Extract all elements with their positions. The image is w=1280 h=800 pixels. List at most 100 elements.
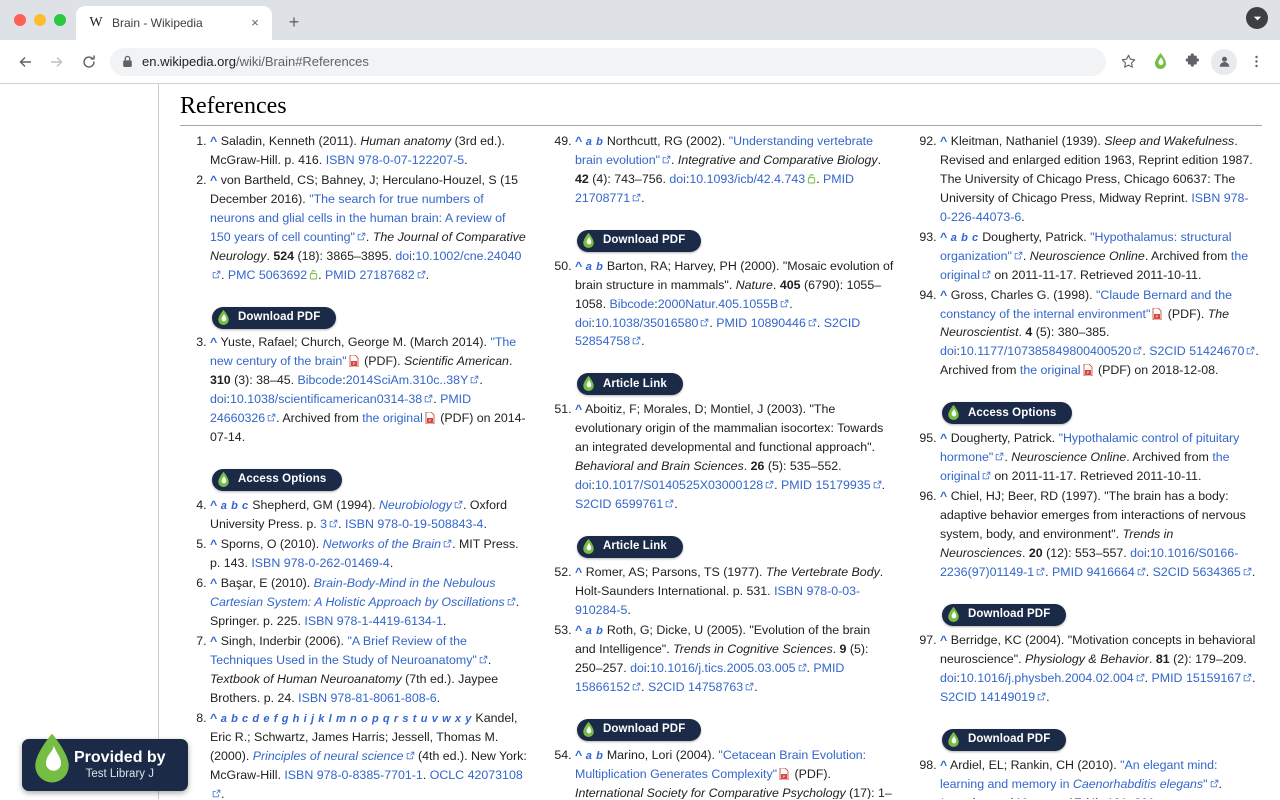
reference-link[interactable]: OCLC [430, 768, 464, 782]
forward-icon[interactable] [42, 47, 72, 77]
reference-link[interactable]: 14758763 [688, 680, 754, 694]
back-to-citation-caret[interactable]: ^ [940, 134, 947, 148]
libkey-article-link-button[interactable]: Article Link [577, 536, 683, 558]
libkey-drop-icon[interactable] [1146, 48, 1174, 76]
reference-link[interactable]: ISBN [304, 614, 333, 628]
reference-link[interactable]: Principles of neural science [253, 749, 415, 763]
close-window-button[interactable] [14, 14, 26, 26]
reference-link[interactable]: 10.1017/S0140525X03000128 [595, 478, 774, 492]
reference-link[interactable]: doi [1130, 546, 1147, 560]
reference-link[interactable]: 2014SciAm.310c..38Y [346, 373, 480, 387]
reference-link[interactable]: PMC [228, 268, 256, 282]
reference-link[interactable]: 2000Natur.405.1055B [658, 297, 790, 311]
reference-link[interactable]: Brain-Body-Mind in the Nebulous Cartesia… [210, 576, 516, 609]
back-to-citation-caret[interactable]: ^ [940, 489, 947, 503]
reference-link[interactable]: doi [940, 671, 957, 685]
reference-link[interactable]: 5634365 [1193, 565, 1252, 579]
close-icon[interactable]: × [246, 14, 264, 32]
back-to-citation-caret[interactable]: ^ [575, 565, 582, 579]
reference-link[interactable]: Bibcode [298, 373, 343, 387]
reference-link[interactable]: 10.1016/j.physbeh.2004.02.004 [960, 671, 1145, 685]
reference-link[interactable]: doi [575, 316, 592, 330]
libkey-download-pdf-button[interactable]: Download PDF [942, 729, 1066, 751]
maximize-window-button[interactable] [54, 14, 66, 26]
provided-by-badge[interactable]: Provided by Test Library J [22, 739, 188, 791]
reference-link[interactable]: 15179935 [815, 478, 881, 492]
reference-link[interactable]: the original [1020, 363, 1081, 377]
reference-link[interactable]: 9416664 [1086, 565, 1145, 579]
back-to-citation-caret[interactable]: ^ [575, 748, 582, 762]
back-to-citation-caret[interactable]: ^ [210, 173, 217, 187]
reference-link[interactable]: PMID [1052, 565, 1083, 579]
back-to-citation-caret[interactable]: ^ [210, 498, 217, 512]
reference-link[interactable]: ISBN [1191, 191, 1220, 205]
reference-link[interactable]: S2CID [824, 316, 861, 330]
reference-link[interactable]: S2CID [648, 680, 685, 694]
chrome-menu-kebab-icon[interactable] [1242, 48, 1270, 76]
browser-tab[interactable]: W Brain - Wikipedia × [76, 6, 272, 40]
reference-link[interactable]: 978-0-03-910284-5 [575, 584, 860, 617]
reference-link[interactable]: 978-0-07-122207-5 [358, 153, 464, 167]
reference-link[interactable]: S2CID [940, 690, 977, 704]
back-to-citation-letters[interactable]: a b [586, 136, 604, 148]
libkey-access-options-button[interactable]: Access Options [942, 402, 1072, 424]
reference-link[interactable]: 978-0-19-508843-4 [377, 517, 483, 531]
back-to-citation-caret[interactable]: ^ [575, 134, 582, 148]
reference-link[interactable]: Bibcode [609, 297, 654, 311]
reference-link[interactable]: 10.1038/35016580 [595, 316, 709, 330]
reference-link[interactable]: ISBN [345, 517, 374, 531]
reference-link[interactable]: doi [630, 661, 647, 675]
reference-link[interactable]: 21708771 [575, 191, 641, 205]
reference-link[interactable]: the original [362, 411, 423, 425]
reference-link[interactable]: 10890446 [751, 316, 817, 330]
reference-link[interactable]: doi [395, 249, 412, 263]
back-to-citation-letters[interactable]: a b [586, 261, 604, 273]
back-to-citation-caret[interactable]: ^ [210, 711, 217, 725]
reference-link[interactable]: doi [575, 478, 592, 492]
reference-link[interactable]: 978-81-8061-808-6 [331, 691, 437, 705]
reference-link[interactable]: 3 [320, 517, 338, 531]
back-to-citation-letters[interactable]: a b c d e f g h i j k l m n o p q r s t … [221, 713, 472, 725]
reference-link[interactable]: ISBN [326, 153, 355, 167]
reference-link[interactable]: PMID [325, 268, 356, 282]
back-to-citation-caret[interactable]: ^ [940, 288, 947, 302]
back-to-citation-caret[interactable]: ^ [575, 402, 582, 416]
reference-link[interactable]: PMID [823, 172, 854, 186]
new-tab-button[interactable]: + [280, 9, 308, 37]
address-bar[interactable]: en.wikipedia.org/wiki/Brain#References [110, 48, 1106, 76]
back-to-citation-caret[interactable]: ^ [940, 758, 947, 772]
reference-link[interactable]: 27187682 [359, 268, 425, 282]
libkey-download-pdf-button[interactable]: Download PDF [942, 604, 1066, 626]
back-to-citation-caret[interactable]: ^ [210, 576, 217, 590]
reference-link[interactable]: doi [940, 344, 957, 358]
reference-link[interactable]: 978-0-262-01469-4 [284, 556, 390, 570]
back-to-citation-letters[interactable]: a b [586, 750, 604, 762]
reference-link[interactable]: 24660326 [210, 411, 276, 425]
reference-link[interactable]: PMID [813, 661, 844, 675]
back-to-citation-caret[interactable]: ^ [575, 623, 582, 637]
reference-link[interactable]: S2CID [1153, 565, 1190, 579]
libkey-article-link-button[interactable]: Article Link [577, 373, 683, 395]
reference-link[interactable]: PMID [1152, 671, 1183, 685]
back-to-citation-caret[interactable]: ^ [210, 537, 217, 551]
reference-link[interactable]: 14149019 [980, 690, 1046, 704]
minimize-window-button[interactable] [34, 14, 46, 26]
reference-link[interactable]: 6599761 [615, 497, 674, 511]
extensions-puzzle-icon[interactable] [1178, 48, 1206, 76]
back-icon[interactable] [10, 47, 40, 77]
back-to-citation-letters[interactable]: a b [586, 625, 604, 637]
reload-icon[interactable] [74, 47, 104, 77]
reference-link[interactable]: Networks of the Brain [323, 537, 452, 551]
back-to-citation-letters[interactable]: a b c [221, 500, 249, 512]
libkey-download-pdf-button[interactable]: Download PDF [577, 719, 701, 741]
reference-link[interactable]: ISBN [298, 691, 327, 705]
back-to-citation-caret[interactable]: ^ [575, 259, 582, 273]
libkey-download-pdf-button[interactable]: Download PDF [577, 230, 701, 252]
back-to-citation-caret[interactable]: ^ [210, 634, 217, 648]
reference-link[interactable]: S2CID [1149, 344, 1186, 358]
reference-link[interactable]: PMID [781, 478, 812, 492]
back-to-citation-letters[interactable]: a b c [951, 232, 979, 244]
back-to-citation-caret[interactable]: ^ [940, 431, 947, 445]
reference-link[interactable]: Neurobiology [379, 498, 463, 512]
reference-link[interactable]: 15159167 [1186, 671, 1252, 685]
